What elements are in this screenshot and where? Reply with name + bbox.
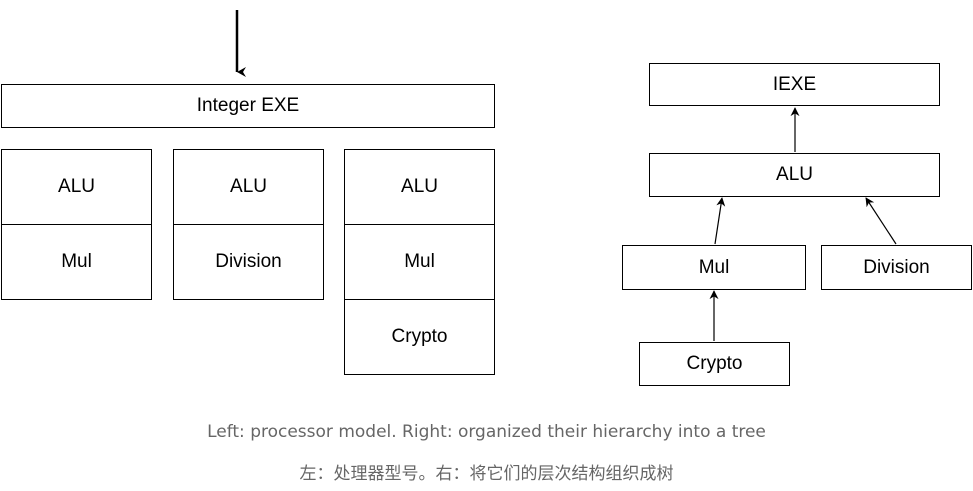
unit1-alu-label: ALU — [58, 176, 95, 197]
unit2-division-label: Division — [215, 251, 282, 272]
unit2-division-box: Division — [173, 224, 324, 300]
unit2-alu-box: ALU — [173, 149, 324, 225]
unit3-mul-label: Mul — [404, 251, 435, 272]
tree-alu-label: ALU — [776, 164, 813, 185]
tree-alu-node: ALU — [649, 153, 940, 197]
arrow-mul-to-alu — [714, 197, 726, 245]
integer-exe-label: Integer EXE — [196, 95, 300, 116]
unit3-crypto-box: Crypto — [344, 299, 495, 375]
tree-mul-label: Mul — [698, 256, 730, 278]
unit1-mul-label: Mul — [61, 251, 92, 272]
tree-iexe-label: IEXE — [772, 73, 817, 95]
unit3-crypto-label: Crypto — [391, 326, 448, 347]
caption-chinese: 左：处理器型号。右：将它们的层次结构组织成树 — [299, 464, 674, 484]
unit3-alu-box: ALU — [344, 149, 495, 225]
tree-crypto-node: Crypto — [639, 342, 790, 386]
tree-division-node: Division — [821, 245, 972, 290]
tree-division-label: Division — [863, 256, 930, 278]
unit1-mul-box: Mul — [1, 224, 152, 300]
tree-iexe-node: IEXE — [649, 63, 940, 106]
unit2-alu-label: ALU — [230, 176, 267, 197]
tree-mul-node: Mul — [622, 245, 806, 290]
integer-exe-box: Integer EXE — [1, 84, 495, 128]
arrow-division-to-alu — [865, 197, 897, 245]
tree-crypto-label: Crypto — [686, 353, 743, 374]
caption-english: Left: processor model. Right: organized … — [207, 422, 766, 442]
unit1-alu-box: ALU — [1, 149, 152, 225]
unit3-mul-box: Mul — [344, 224, 495, 300]
unit3-alu-label: ALU — [401, 176, 438, 197]
